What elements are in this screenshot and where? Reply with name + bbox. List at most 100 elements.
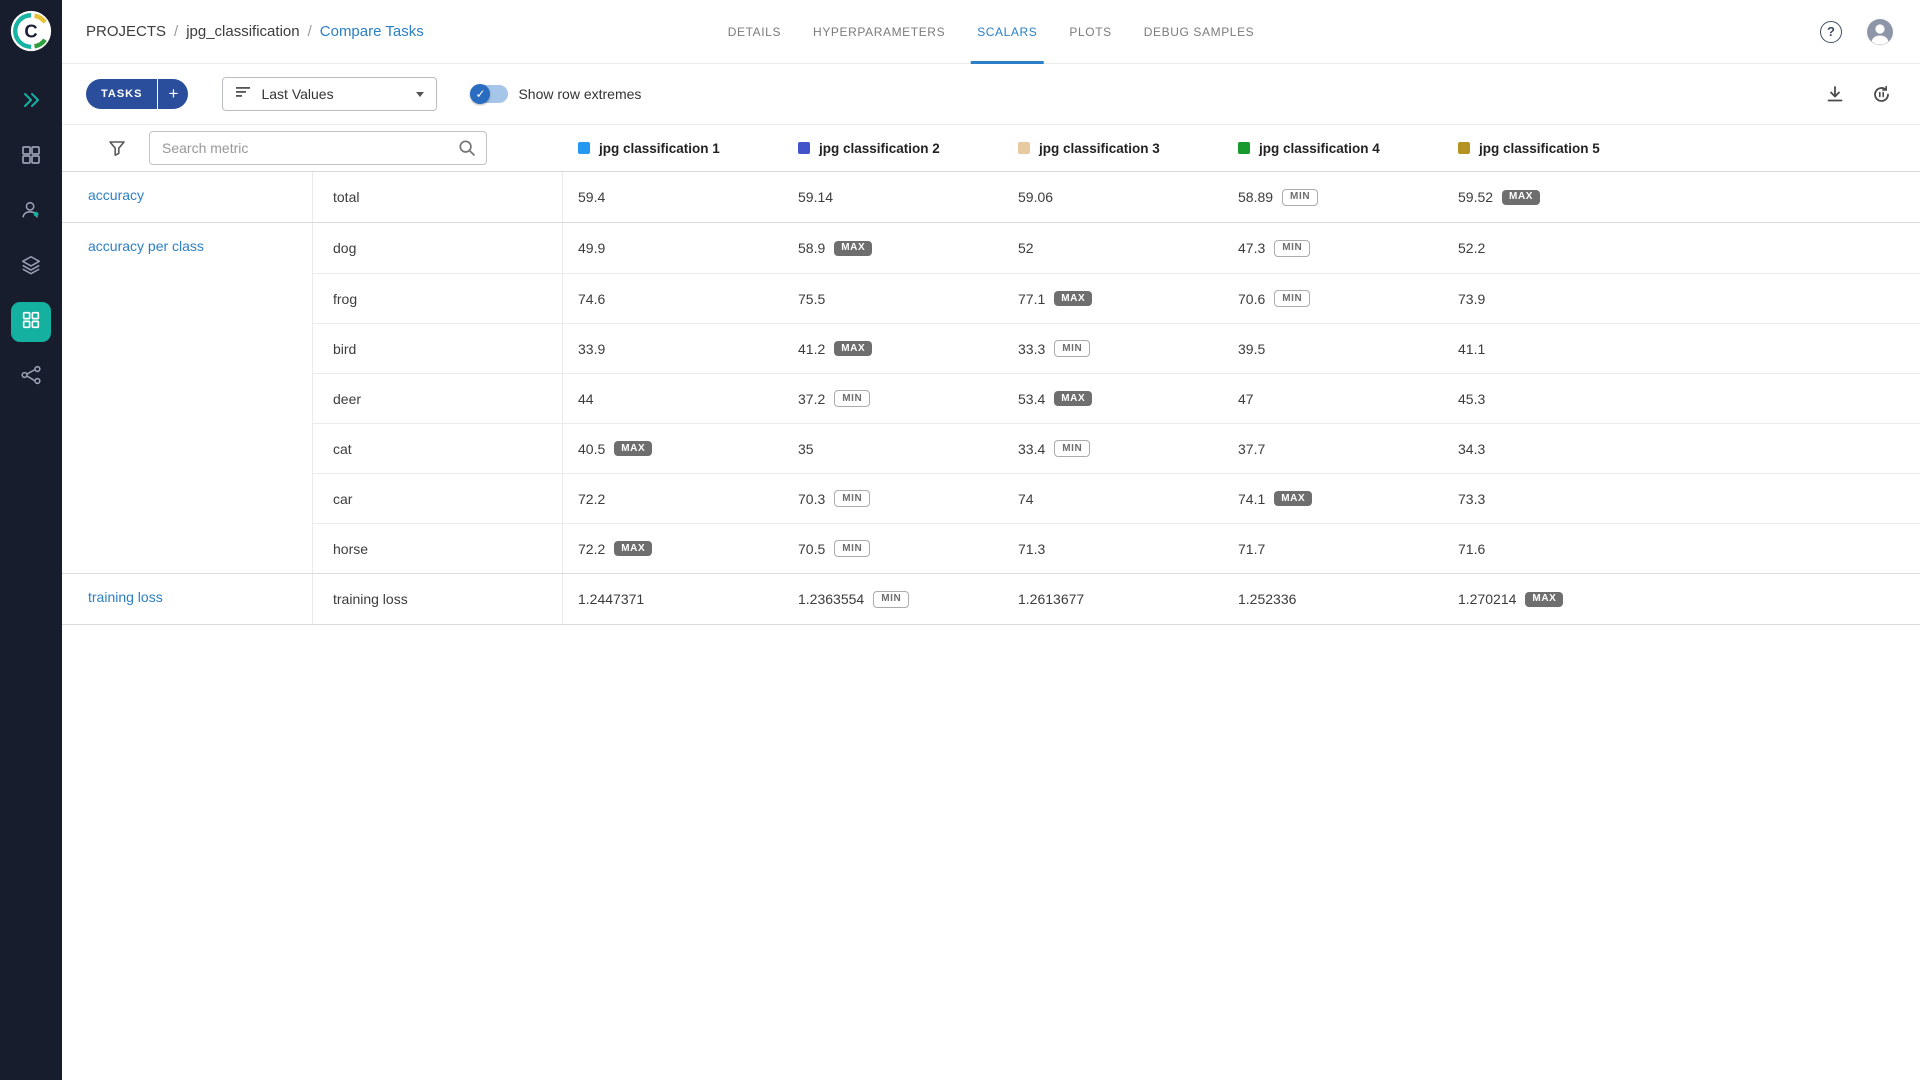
metric-value: 44 bbox=[578, 391, 594, 407]
metric-value: 1.252336 bbox=[1238, 591, 1296, 607]
extreme-badge-max: MAX bbox=[1054, 391, 1092, 406]
values-mode-dropdown[interactable]: Last Values bbox=[222, 77, 437, 111]
task-column-header[interactable]: jpg classification 3 bbox=[1003, 141, 1223, 156]
table-row: bird33.941.2MAX33.3MIN39.541.1 bbox=[313, 323, 1920, 373]
metric-value: 40.5 bbox=[578, 441, 605, 457]
value-cell: 33.3MIN bbox=[1003, 324, 1223, 373]
value-cell: 47 bbox=[1223, 374, 1443, 423]
metric-value: 33.4 bbox=[1018, 441, 1045, 457]
tab-details[interactable]: DETAILS bbox=[712, 0, 797, 64]
value-cell: 37.7 bbox=[1223, 424, 1443, 473]
show-row-extremes-toggle[interactable]: ✓ Show row extremes bbox=[470, 85, 641, 103]
task-column-header[interactable]: jpg classification 5 bbox=[1443, 141, 1920, 156]
metric-value: 58.9 bbox=[798, 240, 825, 256]
tab-plots[interactable]: PLOTS bbox=[1053, 0, 1127, 64]
help-icon[interactable]: ? bbox=[1820, 21, 1842, 43]
metric-value: 75.5 bbox=[798, 291, 825, 307]
value-cell: 41.1 bbox=[1443, 324, 1920, 373]
value-cell: 59.06 bbox=[1003, 172, 1223, 222]
metric-value: 59.4 bbox=[578, 189, 605, 205]
extreme-badge-max: MAX bbox=[834, 241, 872, 256]
value-cell: 53.4MAX bbox=[1003, 374, 1223, 423]
values-mode-label: Last Values bbox=[261, 86, 333, 102]
extreme-badge-max: MAX bbox=[1274, 491, 1312, 506]
value-cell: 34.3 bbox=[1443, 424, 1920, 473]
task-column-header[interactable]: jpg classification 1 bbox=[563, 141, 783, 156]
extreme-badge-min: MIN bbox=[1054, 340, 1090, 357]
metric-link[interactable]: accuracy bbox=[88, 187, 144, 203]
double-chevron-right-icon bbox=[20, 89, 42, 116]
value-cell: 70.6MIN bbox=[1223, 274, 1443, 323]
breadcrumb-project-name[interactable]: jpg_classification bbox=[186, 23, 299, 40]
search-icon[interactable] bbox=[457, 138, 477, 163]
metric-link[interactable]: accuracy per class bbox=[88, 238, 204, 254]
task-column-header[interactable]: jpg classification 2 bbox=[783, 141, 1003, 156]
metric-value: 59.52 bbox=[1458, 189, 1493, 205]
metric-value: 59.14 bbox=[798, 189, 833, 205]
value-cell: 77.1MAX bbox=[1003, 274, 1223, 323]
nav-workers[interactable] bbox=[11, 192, 51, 232]
value-cell: 45.3 bbox=[1443, 374, 1920, 423]
metric-value: 1.2447371 bbox=[578, 591, 644, 607]
metric-value: 70.6 bbox=[1238, 291, 1265, 307]
value-cell: 72.2MAX bbox=[563, 524, 783, 573]
download-icon[interactable] bbox=[1825, 84, 1845, 104]
metric-value: 72.2 bbox=[578, 541, 605, 557]
user-avatar[interactable] bbox=[1866, 18, 1894, 46]
metric-group: accuracy per classdog49.958.9MAX5247.3MI… bbox=[62, 223, 1920, 574]
breadcrumb-projects[interactable]: PROJECTS bbox=[86, 23, 166, 40]
sort-lines-icon bbox=[235, 84, 251, 105]
value-cell: 73.3 bbox=[1443, 474, 1920, 523]
breadcrumb-separator: / bbox=[174, 23, 178, 40]
metric-cell: accuracy bbox=[62, 172, 312, 222]
tab-scalars[interactable]: SCALARS bbox=[961, 0, 1053, 64]
task-column-header[interactable]: jpg classification 4 bbox=[1223, 141, 1443, 156]
value-cell: 52 bbox=[1003, 223, 1223, 273]
clearml-logo[interactable]: C bbox=[10, 10, 52, 52]
metric-value: 1.2613677 bbox=[1018, 591, 1084, 607]
metric-value: 71.6 bbox=[1458, 541, 1485, 557]
task-column-label: jpg classification 2 bbox=[819, 141, 940, 156]
value-cell: 74.1MAX bbox=[1223, 474, 1443, 523]
value-cell: 41.2MAX bbox=[783, 324, 1003, 373]
metric-value: 45.3 bbox=[1458, 391, 1485, 407]
tab-debug-samples[interactable]: DEBUG SAMPLES bbox=[1128, 0, 1271, 64]
table-body: accuracytotal59.459.1459.0658.89MIN59.52… bbox=[62, 172, 1920, 625]
variant-cell: bird bbox=[313, 324, 563, 373]
task-column-label: jpg classification 5 bbox=[1479, 141, 1600, 156]
extreme-badge-max: MAX bbox=[1502, 190, 1540, 205]
filter-icon[interactable] bbox=[107, 138, 127, 158]
metric-value: 1.2363554 bbox=[798, 591, 864, 607]
value-cell: 49.9 bbox=[563, 223, 783, 273]
nav-dashboard[interactable] bbox=[11, 137, 51, 177]
metric-value: 49.9 bbox=[578, 240, 605, 256]
metric-value: 47.3 bbox=[1238, 240, 1265, 256]
toggle-track[interactable]: ✓ bbox=[470, 85, 508, 103]
metric-value: 1.270214 bbox=[1458, 591, 1516, 607]
add-task-button[interactable]: + bbox=[158, 79, 188, 109]
value-cell: 39.5 bbox=[1223, 324, 1443, 373]
nav-datasets[interactable] bbox=[11, 247, 51, 287]
tasks-button-group: TASKS + bbox=[86, 79, 188, 109]
toolbar-right bbox=[1825, 84, 1920, 105]
auto-refresh-icon[interactable] bbox=[1871, 84, 1892, 105]
metric-link[interactable]: training loss bbox=[88, 589, 163, 605]
tab-hyperparameters[interactable]: HYPERPARAMETERS bbox=[797, 0, 961, 64]
metric-value: 58.89 bbox=[1238, 189, 1273, 205]
variant-cell: training loss bbox=[313, 574, 563, 624]
nav-projects[interactable] bbox=[11, 302, 51, 342]
search-metric-input[interactable] bbox=[149, 131, 487, 165]
metric-value: 37.2 bbox=[798, 391, 825, 407]
metric-value: 77.1 bbox=[1018, 291, 1045, 307]
table-row: training loss1.24473711.2363554MIN1.2613… bbox=[313, 574, 1920, 624]
value-cell: 35 bbox=[783, 424, 1003, 473]
extreme-badge-min: MIN bbox=[1282, 189, 1318, 206]
nav-expand[interactable] bbox=[11, 82, 51, 122]
tasks-button[interactable]: TASKS bbox=[86, 79, 157, 109]
extreme-badge-min: MIN bbox=[834, 540, 870, 557]
value-cell: 37.2MIN bbox=[783, 374, 1003, 423]
value-cell: 33.9 bbox=[563, 324, 783, 373]
nav-pipelines[interactable] bbox=[11, 357, 51, 397]
breadcrumb-separator: / bbox=[308, 23, 312, 40]
toolbar: TASKS + Last Values ✓ Show row extremes bbox=[62, 64, 1920, 124]
